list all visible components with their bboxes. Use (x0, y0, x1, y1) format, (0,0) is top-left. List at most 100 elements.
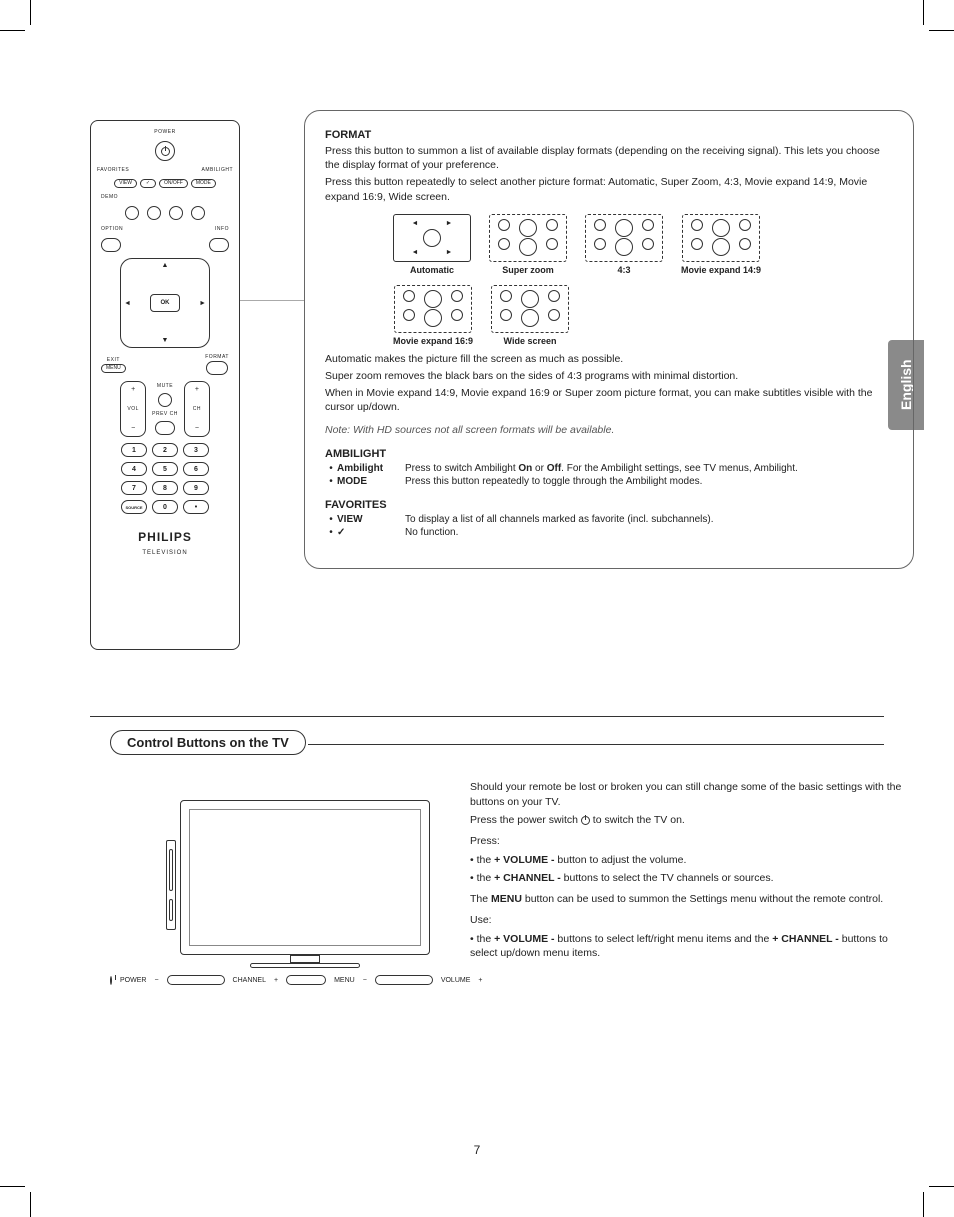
fmt-label-superzoom: Super zoom (502, 265, 554, 275)
tv-volume-label: VOLUME (441, 977, 471, 984)
volume-pill (375, 975, 433, 985)
tv-channel-label: CHANNEL (233, 977, 266, 984)
divider-line (90, 716, 884, 717)
num-1: 1 (121, 443, 147, 457)
num-6: 6 (183, 462, 209, 476)
ctrl-use: Use: (470, 913, 910, 928)
crop-mark (30, 1192, 31, 1217)
mute-label: MUTE (157, 383, 173, 389)
num-8: 8 (152, 481, 178, 495)
fmt-label-automatic: Automatic (410, 265, 454, 275)
prevch-label: PREV CH (152, 411, 178, 417)
format-p1: Press this button to summon a list of av… (325, 144, 893, 172)
format-149: Movie expand 14:9 (681, 214, 761, 275)
favorites-row2-label: ✓ (337, 527, 405, 538)
format-p2: Press this button repeatedly to select a… (325, 175, 893, 203)
bullet-icon: • (325, 514, 337, 525)
number-pad: 1 2 3 4 5 6 7 8 9 SOURCE 0 • (121, 443, 209, 514)
favorites-table: • VIEW To display a list of all channels… (325, 514, 893, 538)
format-diagrams-row2: Movie expand 16:9 Wide screen (393, 285, 893, 346)
format-label: FORMAT (205, 354, 229, 360)
num-3: 3 (183, 443, 209, 457)
crop-mark (923, 0, 924, 25)
menu-button: MENU (101, 364, 126, 373)
num-5: 5 (152, 462, 178, 476)
format-button (206, 361, 228, 375)
ch-rocker: +CH− (184, 381, 210, 437)
tv-screen-icon (180, 800, 430, 955)
crop-mark (929, 30, 954, 31)
ambilight-table: • Ambilight Press to switch Ambilight On… (325, 463, 893, 487)
heading-rule (308, 744, 884, 745)
info-label: INFO (215, 226, 229, 232)
num-4: 4 (121, 462, 147, 476)
check-button: ✓ (140, 179, 156, 188)
ambilight-row1-text: Press to switch Ambilight On or Off. For… (405, 463, 893, 474)
power-label: POWER (154, 129, 175, 135)
option-label: OPTION (101, 226, 123, 232)
favorites-heading: FAVORITES (325, 499, 893, 511)
fmt-label-wide: Wide screen (504, 336, 557, 346)
exit-label: EXIT (107, 357, 120, 363)
view-button: VIEW (114, 179, 137, 188)
nav-ring: ▲ ▼ ◄ ► OK (120, 258, 210, 348)
left-arrow-icon: ◄ (124, 300, 131, 307)
power-icon (110, 976, 112, 985)
favorites-row2-text: No function. (405, 527, 893, 538)
ch-label: CH (193, 406, 201, 412)
num-0: 0 (152, 500, 178, 514)
remote-illustration: POWER FAVORITES AMBILIGHT VIEW ✓ ON/OFF … (90, 120, 240, 650)
content-box: FORMAT Press this button to summon a lis… (304, 110, 914, 569)
bullet-icon: • (325, 527, 337, 538)
ambilight-row2-label: MODE (337, 476, 405, 487)
ctrl-b3: • the + VOLUME - buttons to select left/… (470, 932, 910, 961)
ambilight-label: AMBILIGHT (202, 167, 233, 173)
ambilight-row1-label: Ambilight (337, 463, 405, 474)
ctrl-b2: • the + CHANNEL - buttons to select the … (470, 871, 910, 886)
format-automatic: ◄►◄► Automatic (393, 214, 471, 275)
format-heading: FORMAT (325, 129, 893, 141)
power-icon (155, 141, 175, 161)
ambilight-heading: AMBILIGHT (325, 448, 893, 460)
tv-menu-label: MENU (334, 977, 355, 984)
ctrl-p3: The MENU button can be used to summon th… (470, 892, 910, 907)
page-number: 7 (50, 1143, 904, 1157)
onoff-button: ON/OFF (159, 179, 188, 188)
format-wide: Wide screen (491, 285, 569, 346)
color-button (191, 206, 205, 220)
num-7: 7 (121, 481, 147, 495)
menu-pill (286, 975, 326, 985)
mode-button: MODE (191, 179, 216, 188)
tv-power-label: POWER (120, 977, 146, 984)
num-dot: • (183, 500, 209, 514)
ok-button: OK (150, 294, 180, 312)
crop-mark (0, 30, 25, 31)
tv-base (250, 963, 360, 968)
right-arrow-icon: ► (199, 300, 206, 307)
fmt-label-149: Movie expand 14:9 (681, 265, 761, 275)
favorites-row1-text: To display a list of all channels marked… (405, 514, 893, 525)
crop-mark (929, 1186, 954, 1187)
format-43: 4:3 (585, 214, 663, 275)
ctrl-b1: • the + VOLUME - button to adjust the vo… (470, 853, 910, 868)
crop-mark (30, 0, 31, 25)
down-arrow-icon: ▼ (162, 337, 169, 344)
format-note: Note: With HD sources not all screen for… (325, 424, 893, 436)
format-p4: Super zoom removes the black bars on the… (325, 369, 893, 383)
option-button (101, 238, 121, 252)
format-p3: Automatic makes the picture fill the scr… (325, 352, 893, 366)
color-button (169, 206, 183, 220)
format-p5: When in Movie expand 14:9, Movie expand … (325, 386, 893, 414)
brand-logo: PHILIPS (138, 530, 192, 544)
tv-button-labels: POWER − CHANNEL + MENU − VOLUME + (110, 975, 450, 985)
demo-label: DEMO (101, 194, 118, 200)
vol-rocker: +VOL− (120, 381, 146, 437)
num-9: 9 (183, 481, 209, 495)
vol-label: VOL (127, 406, 139, 412)
fmt-label-43: 4:3 (617, 265, 630, 275)
demo-button (125, 206, 139, 220)
bullet-icon: • (325, 463, 337, 474)
ambilight-row2-text: Press this button repeatedly to toggle t… (405, 476, 893, 487)
control-buttons-heading: Control Buttons on the TV (110, 730, 306, 755)
tv-diagram: POWER − CHANNEL + MENU − VOLUME + (110, 800, 450, 1010)
